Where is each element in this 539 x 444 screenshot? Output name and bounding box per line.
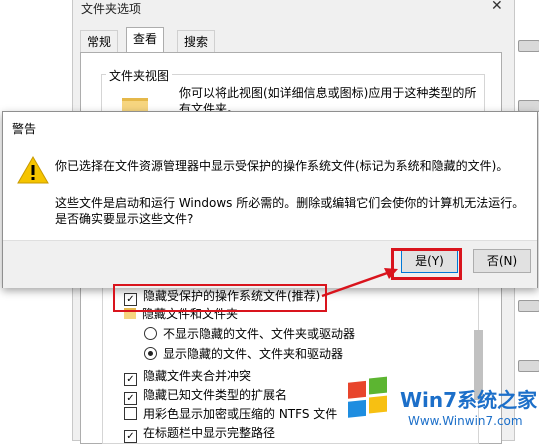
color-ntfs-label: 用彩色显示加密或压缩的 NTFS 文件 — [143, 407, 338, 421]
watermark-url: Www.Winwin7.com — [408, 414, 523, 428]
tab-general[interactable]: 常规 — [80, 30, 119, 53]
radio-not-show-label: 不显示隐藏的文件、文件夹或驱动器 — [163, 327, 356, 341]
color-ntfs-checkbox[interactable] — [124, 407, 137, 420]
dialog-message-line-1: 你已选择在文件资源管理器中显示受保护的操作系统文件(标记为系统和隐藏的文件)。 — [55, 159, 509, 173]
radio-not-show-hidden[interactable]: 不显示隐藏的文件、文件夹或驱动器 — [144, 324, 355, 344]
title-bar-path-option[interactable]: ✓ 在标题栏中显示完整路径 — [124, 423, 275, 443]
description-line-1: 你可以将此视图(如详细信息或图标)应用于这种类型的所 — [179, 86, 477, 100]
hide-protected-highlight — [113, 284, 327, 312]
hide-extensions-option[interactable]: ✓ 隐藏已知文件类型的扩展名 — [124, 385, 287, 405]
folder-view-group-label: 文件夹视图 — [106, 67, 173, 84]
no-button[interactable]: 否(N) — [473, 249, 531, 273]
watermark-brand: Win7系统之家 — [400, 388, 538, 412]
radio-show-hidden[interactable]: 显示隐藏的文件、文件夹和驱动器 — [144, 344, 343, 364]
hide-merge-conflicts-label: 隐藏文件夹合并冲突 — [143, 369, 252, 383]
annotation-arrow-icon — [321, 268, 398, 298]
window-title: 文件夹选项 — [81, 2, 142, 16]
drive-icon[interactable] — [518, 300, 539, 312]
drive-icon[interactable] — [518, 40, 539, 52]
hide-merge-conflicts-option[interactable]: ✓ 隐藏文件夹合并冲突 — [124, 366, 251, 386]
close-icon[interactable]: ✕ — [491, 0, 503, 14]
dialog-message-line-3: 是否确实要显示这些文件? — [55, 212, 194, 226]
radio-not-show-button[interactable] — [144, 327, 157, 340]
hide-extensions-label: 隐藏已知文件类型的扩展名 — [143, 388, 288, 402]
title-bar-path-checkbox[interactable]: ✓ — [124, 430, 137, 443]
dialog-message-line-2: 这些文件是启动和运行 Windows 所必需的。删除或编辑它们会使你的计算机无法… — [55, 196, 525, 210]
color-ntfs-option[interactable]: 用彩色显示加密或压缩的 NTFS 文件 — [124, 404, 337, 424]
tab-search[interactable]: 搜索 — [177, 30, 216, 53]
title-bar-path-label: 在标题栏中显示完整路径 — [143, 426, 276, 440]
yes-button-highlight — [391, 248, 462, 280]
dialog-title: 警告 — [12, 122, 37, 136]
radio-show-button[interactable] — [144, 347, 157, 360]
warning-icon — [17, 156, 49, 184]
radio-show-label: 显示隐藏的文件、文件夹和驱动器 — [163, 347, 344, 361]
tab-view[interactable]: 查看 — [126, 27, 165, 54]
drive-icon[interactable] — [518, 360, 539, 372]
